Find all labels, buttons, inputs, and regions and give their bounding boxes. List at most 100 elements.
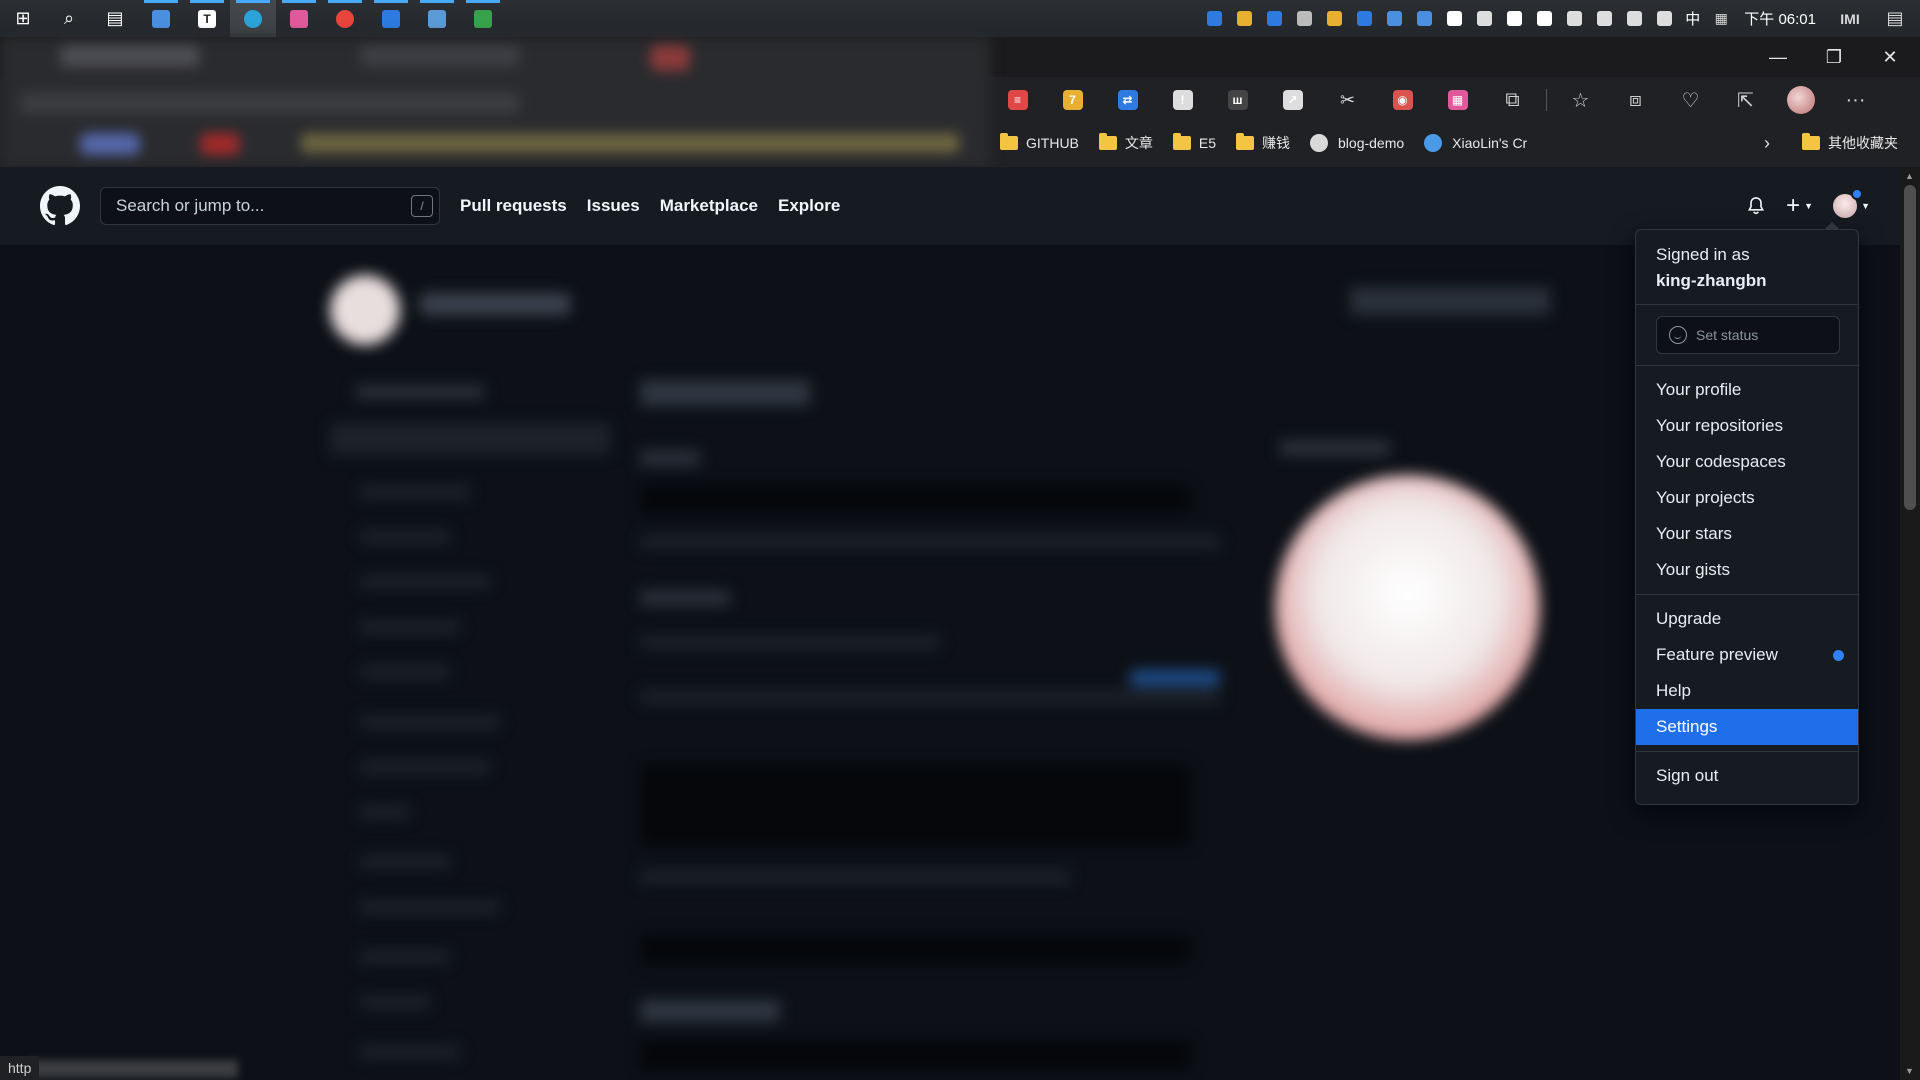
extension-icon[interactable]: ▦	[1430, 77, 1485, 123]
scissors-icon[interactable]: ✂	[1320, 77, 1375, 123]
status-url-blur	[28, 1060, 238, 1078]
search-input[interactable]: Search or jump to... /	[100, 187, 440, 225]
favorites-star-icon[interactable]: ☆	[1553, 77, 1608, 123]
nav-issues[interactable]: Issues	[587, 196, 640, 216]
tray-app-icon[interactable]	[1439, 0, 1469, 37]
menu-item-your-repositories[interactable]: Your repositories	[1636, 408, 1858, 444]
pinned-app-icon[interactable]	[368, 0, 414, 37]
bookmark-label: blog-demo	[1338, 135, 1405, 151]
pinned-app-icon[interactable]	[414, 0, 460, 37]
create-new-plus-icon[interactable]: + ▼	[1786, 192, 1813, 220]
tray-app-icon[interactable]	[1199, 0, 1229, 37]
notifications-bell-icon[interactable]	[1746, 196, 1766, 216]
ime-indicator[interactable]: 中	[1679, 8, 1706, 29]
chrome-glyph	[336, 9, 354, 28]
extension-icon[interactable]: ↗	[1265, 77, 1320, 123]
typora-icon[interactable]: T	[184, 0, 230, 37]
menu-item-help[interactable]: Help	[1636, 673, 1858, 709]
tray-app-icon[interactable]	[1229, 0, 1259, 37]
extension-icon[interactable]: !	[1155, 77, 1210, 123]
tray-app-icon[interactable]	[1529, 0, 1559, 37]
security-icon[interactable]: ♡	[1663, 77, 1718, 123]
page-scrollbar[interactable]: ▲ ▼	[1900, 167, 1920, 1080]
profile-avatar[interactable]	[1773, 77, 1828, 123]
signed-in-header[interactable]: Signed in as king-zhangbn	[1636, 230, 1858, 304]
tray-icon-glyph	[1476, 11, 1492, 26]
tray-app-icon[interactable]	[1259, 0, 1289, 37]
windows-start-icon[interactable]: ⊞	[0, 0, 46, 37]
menu-item-sign-out[interactable]: Sign out	[1636, 758, 1858, 794]
nav-pull-requests[interactable]: Pull requests	[460, 196, 567, 216]
scroll-up-arrow-icon[interactable]: ▲	[1905, 171, 1914, 181]
tray-app-icon[interactable]	[1289, 0, 1319, 37]
scroll-thumb[interactable]	[1904, 185, 1916, 510]
tray-app-icon[interactable]	[1469, 0, 1499, 37]
user-menu-toggle[interactable]: ▼	[1833, 188, 1870, 218]
folder-icon	[1000, 133, 1018, 150]
search-icon[interactable]: ⌕	[46, 0, 92, 37]
close-button[interactable]: ✕	[1862, 37, 1918, 77]
tray-app-icon[interactable]	[1499, 0, 1529, 37]
restore-button[interactable]: ❐	[1806, 37, 1862, 77]
scroll-down-arrow-icon[interactable]: ▼	[1905, 1066, 1914, 1076]
tray-app-icon[interactable]	[1349, 0, 1379, 37]
calendar-icon[interactable]: ▦	[1706, 0, 1736, 37]
menu-item-your-projects[interactable]: Your projects	[1636, 480, 1858, 516]
tray-app-icon[interactable]	[1649, 0, 1679, 37]
menu-item-your-profile[interactable]: Your profile	[1636, 372, 1858, 408]
bookmark-label: GITHUB	[1026, 135, 1079, 151]
collections-icon[interactable]: ⧈	[1608, 77, 1663, 123]
folder-icon	[1172, 133, 1191, 150]
task-view-glyph: ▤	[106, 8, 124, 28]
tray-app-icon[interactable]	[1619, 0, 1649, 37]
menu-item-your-stars[interactable]: Your stars	[1636, 516, 1858, 552]
chevron-right-icon[interactable]: ›	[1764, 133, 1770, 154]
menu-item-feature-preview[interactable]: Feature preview	[1636, 637, 1858, 673]
tray-app-icon[interactable]	[1379, 0, 1409, 37]
extension-icon[interactable]: ш	[1210, 77, 1265, 123]
set-status-button[interactable]: Set status	[1656, 316, 1840, 354]
pinned-app-icon[interactable]	[276, 0, 322, 37]
menu-item-upgrade[interactable]: Upgrade	[1636, 601, 1858, 637]
bookmark-site[interactable]: XiaoLin's Cr	[1414, 128, 1537, 158]
tray-app-icon[interactable]	[1409, 0, 1439, 37]
tray-icon-glyph	[1656, 11, 1672, 26]
tray-icon-glyph	[1386, 11, 1402, 26]
bookmark-folder[interactable]: 文章	[1089, 128, 1163, 158]
extension-icon[interactable]: ⇄	[1100, 77, 1155, 123]
other-bookmarks-folder[interactable]: 其他收藏夹	[1792, 128, 1908, 158]
bookmark-folder[interactable]: GITHUB	[990, 128, 1089, 158]
menu-item-your-gists[interactable]: Your gists	[1636, 552, 1858, 588]
extension-icon[interactable]: 7	[1045, 77, 1100, 123]
edge-browser-glyph	[244, 9, 262, 28]
github-logo-icon[interactable]	[40, 186, 80, 226]
extension-icon[interactable]: ◉	[1375, 77, 1430, 123]
edge-browser-icon[interactable]	[230, 0, 276, 37]
pinned-app-icon[interactable]	[138, 0, 184, 37]
pinned-app-icon[interactable]	[460, 0, 506, 37]
action-center-icon[interactable]: ▤	[1870, 0, 1920, 37]
tray-app-icon[interactable]	[1559, 0, 1589, 37]
extension-icon[interactable]: ≡	[990, 77, 1045, 123]
nav-explore[interactable]: Explore	[778, 196, 840, 216]
tray-app-icon[interactable]	[1589, 0, 1619, 37]
extension-glyph: ◉	[1392, 90, 1413, 110]
menu-item-settings[interactable]: Settings	[1636, 709, 1858, 745]
more-options-icon[interactable]: ···	[1828, 77, 1883, 123]
menu-item-your-codespaces[interactable]: Your codespaces	[1636, 444, 1858, 480]
task-view-icon[interactable]: ▤	[92, 0, 138, 37]
bookmark-site[interactable]: blog-demo	[1300, 128, 1414, 158]
notification-label[interactable]: IMI	[1830, 0, 1870, 37]
puzzle-icon[interactable]: ⧉	[1485, 77, 1540, 123]
minimize-button[interactable]: —	[1750, 37, 1806, 77]
nav-marketplace[interactable]: Marketplace	[660, 196, 758, 216]
clock[interactable]: 下午 06:01	[1736, 8, 1830, 29]
chrome-icon[interactable]	[322, 0, 368, 37]
share-icon[interactable]: ⇱	[1718, 77, 1773, 123]
bookmark-folder[interactable]: 赚钱	[1226, 128, 1300, 158]
windows-taskbar: ⊞ ⌕ ▤ T 中 ▦ 下午 06:01 IMI ▤	[0, 0, 1920, 37]
bookmark-folder[interactable]: E5	[1163, 128, 1226, 158]
bookmark-label: E5	[1198, 135, 1217, 151]
typora-glyph: T	[198, 9, 216, 28]
tray-app-icon[interactable]	[1319, 0, 1349, 37]
